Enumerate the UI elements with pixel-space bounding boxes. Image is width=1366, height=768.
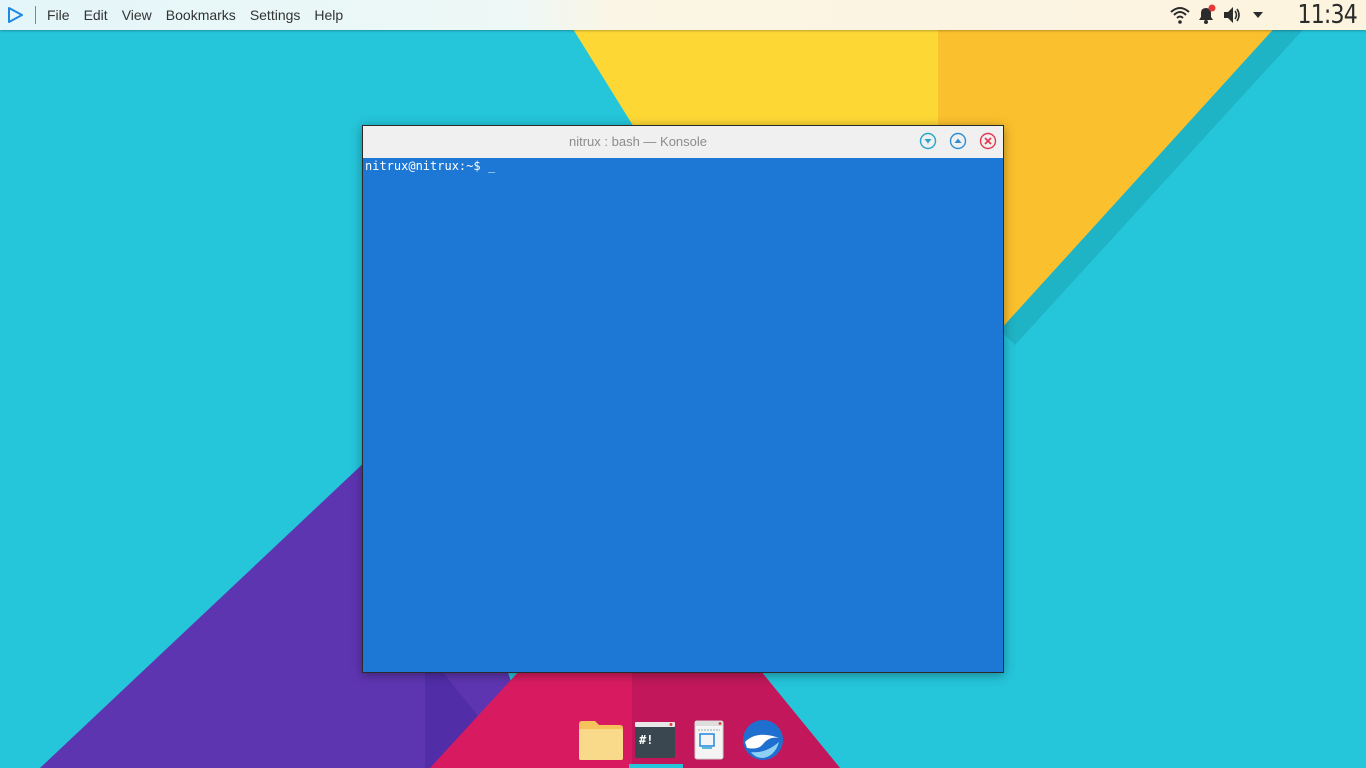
- menu-file[interactable]: File: [40, 0, 77, 30]
- terminal-cursor: _: [487, 159, 496, 173]
- global-menu: File Edit View Bookmarks Settings Help: [40, 0, 350, 30]
- screenshot-tool-icon[interactable]: [685, 718, 733, 762]
- notification-bell-icon[interactable]: [1195, 4, 1217, 26]
- terminal-area[interactable]: nitrux@nitrux:~$ _: [363, 158, 1003, 672]
- file-manager-icon[interactable]: [577, 718, 625, 762]
- terminal-icon[interactable]: #!: [631, 718, 679, 762]
- desktop: File Edit View Bookmarks Settings Help 1…: [0, 0, 1366, 768]
- maximize-icon[interactable]: [949, 132, 967, 150]
- clock[interactable]: 11:34: [1298, 0, 1358, 30]
- dock: #!: [575, 716, 795, 768]
- menu-help[interactable]: Help: [307, 0, 350, 30]
- menu-bookmarks[interactable]: Bookmarks: [159, 0, 243, 30]
- minimize-icon[interactable]: [919, 132, 937, 150]
- panel-separator: [35, 6, 36, 24]
- dock-active-indicator: [629, 764, 683, 768]
- system-tray: 11:34: [1169, 0, 1366, 30]
- terminal-prompt-line: nitrux@nitrux:~$ _: [365, 159, 495, 174]
- browser-icon[interactable]: [739, 718, 787, 762]
- menu-settings[interactable]: Settings: [243, 0, 308, 30]
- konsole-window: nitrux : bash — Konsole nitrux@nitrux:~$…: [362, 125, 1004, 673]
- menu-view[interactable]: View: [115, 0, 159, 30]
- window-title: nitrux : bash — Konsole: [568, 134, 708, 149]
- close-icon[interactable]: [979, 132, 997, 150]
- volume-icon[interactable]: [1221, 4, 1243, 26]
- svg-text:#!: #!: [639, 733, 653, 747]
- wifi-icon[interactable]: [1169, 4, 1191, 26]
- expand-tray-icon[interactable]: [1247, 4, 1269, 26]
- top-panel: File Edit View Bookmarks Settings Help 1…: [0, 0, 1366, 30]
- terminal-prompt: nitrux@nitrux:~$: [365, 159, 488, 173]
- play-triangle-icon[interactable]: [6, 6, 24, 24]
- window-titlebar[interactable]: nitrux : bash — Konsole: [363, 126, 1003, 159]
- menu-edit[interactable]: Edit: [77, 0, 115, 30]
